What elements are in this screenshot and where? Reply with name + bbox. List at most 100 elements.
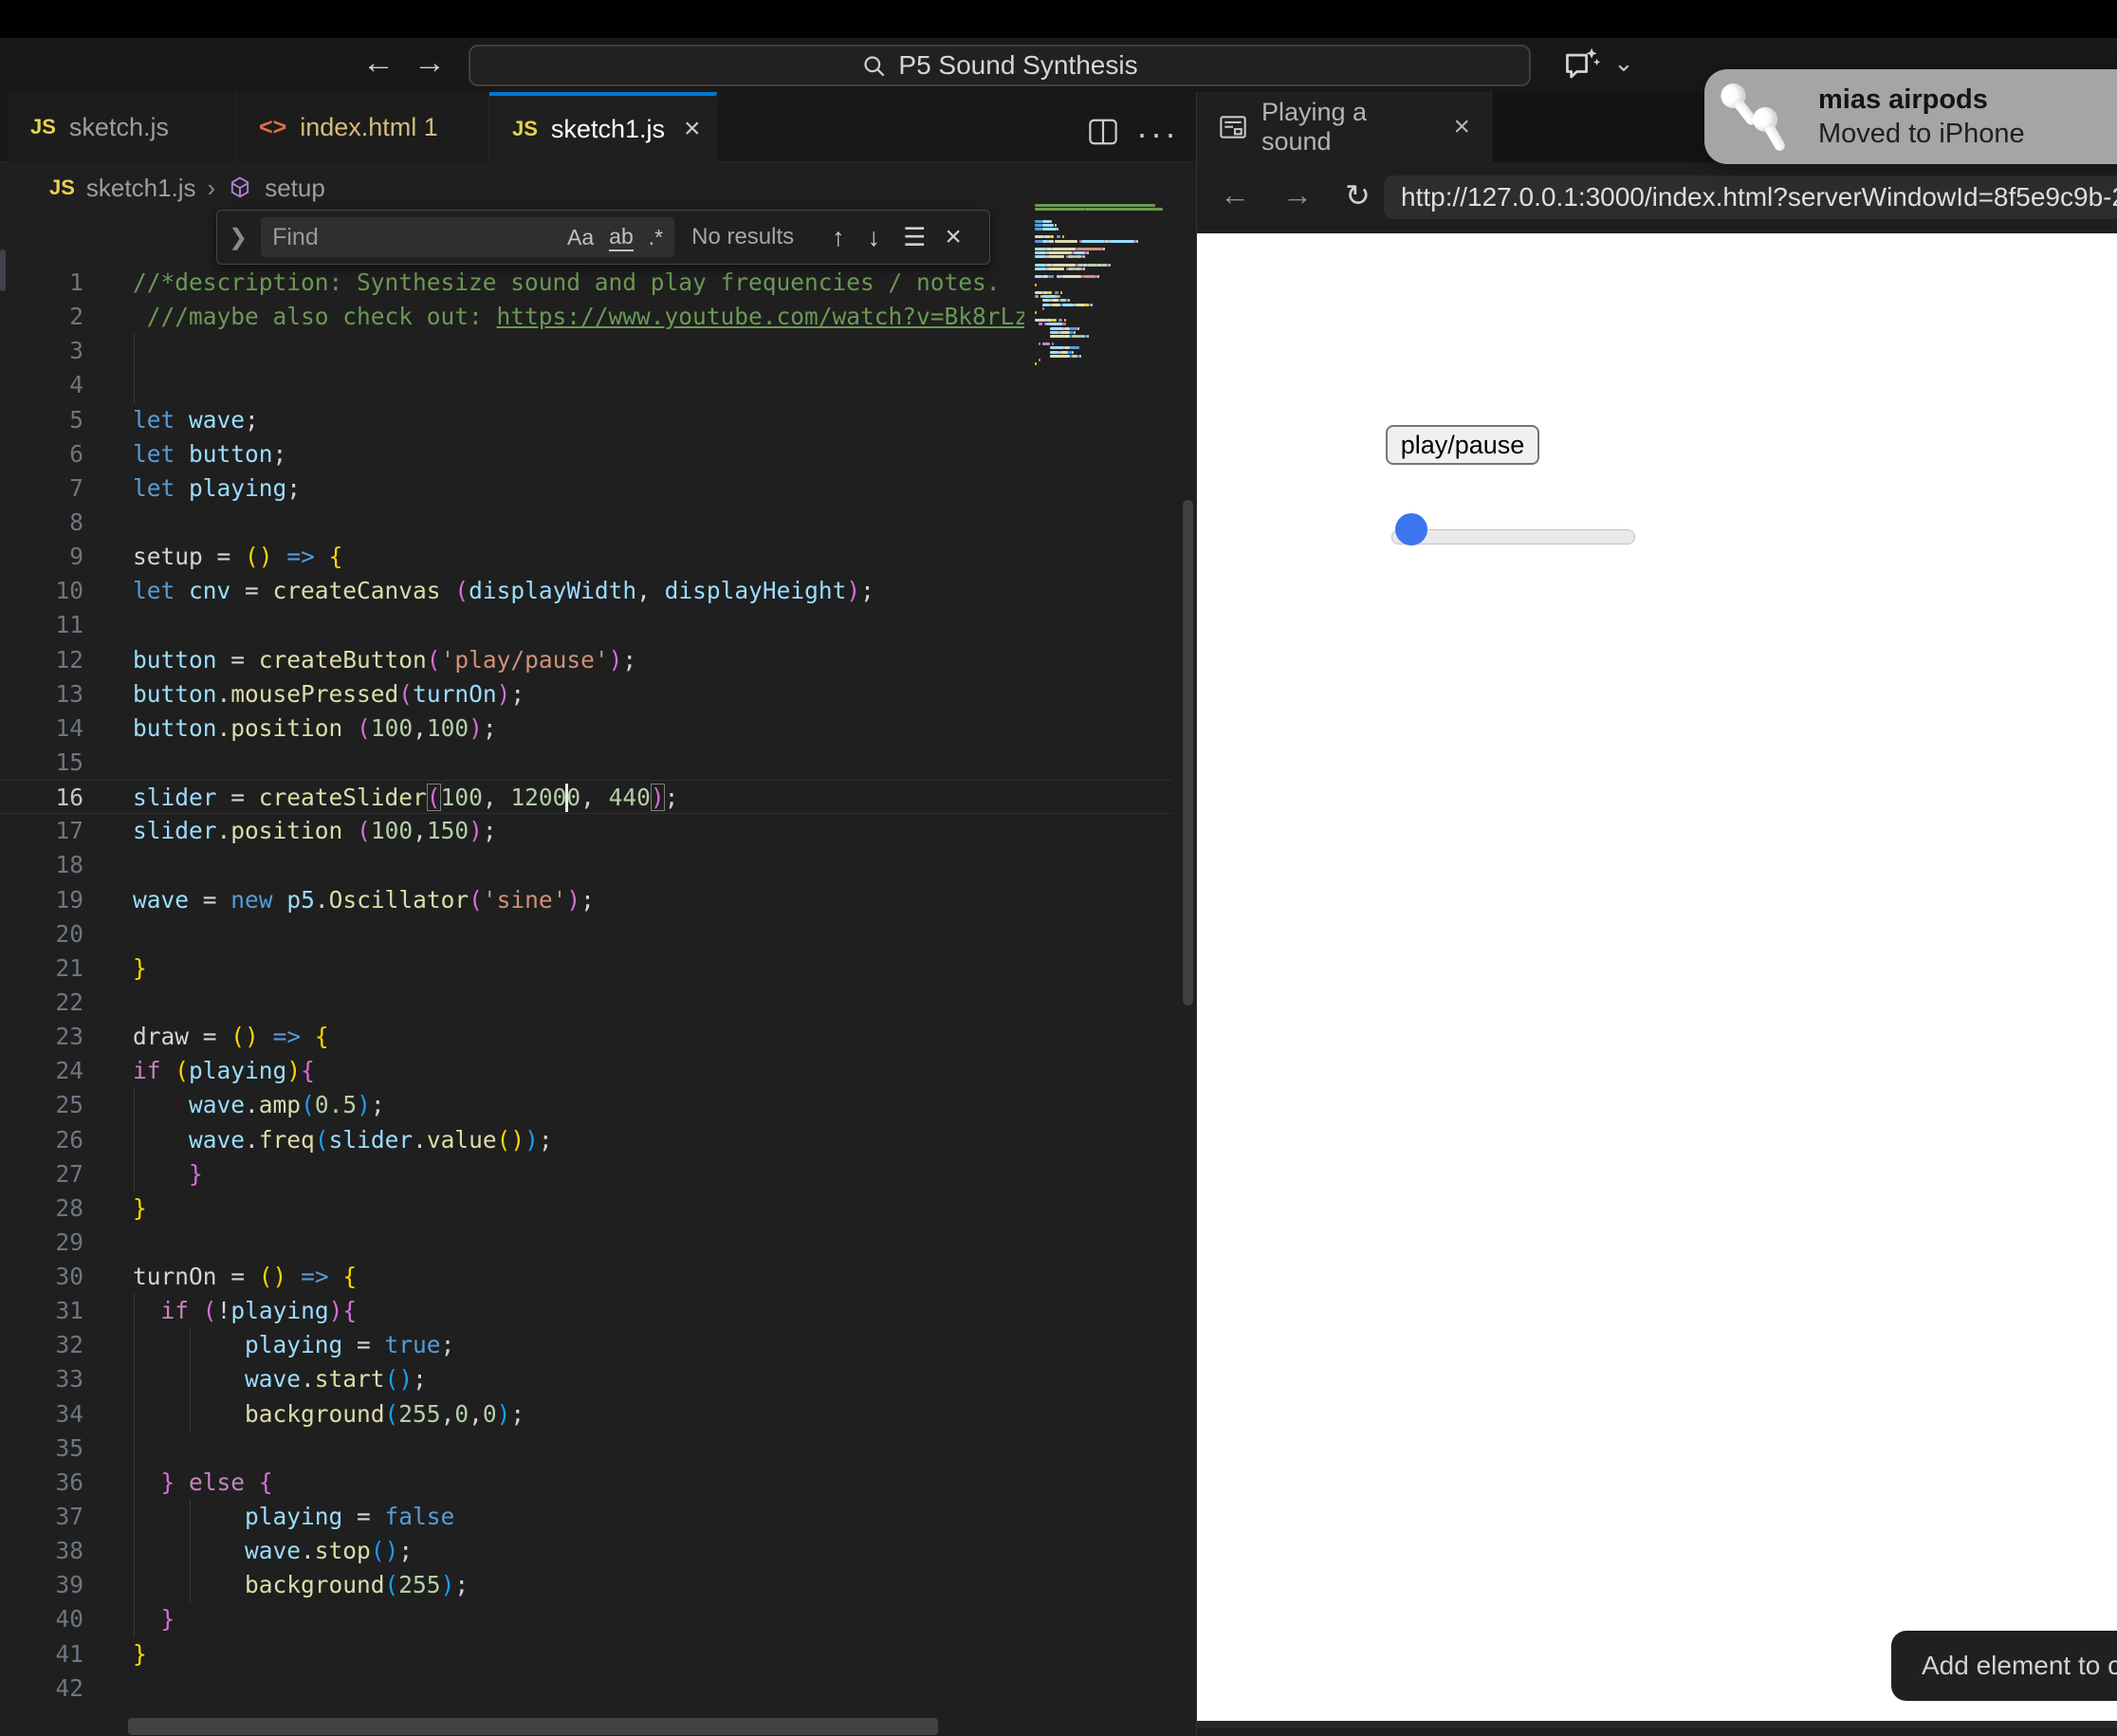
line-number: 18	[0, 848, 83, 882]
code-line[interactable]: 9setup = () => {	[0, 540, 1172, 574]
play-pause-button[interactable]: play/pause	[1386, 425, 1539, 465]
close-icon[interactable]: ×	[1453, 111, 1470, 143]
minimap-line	[1035, 204, 1155, 207]
minimap-line	[1064, 323, 1066, 325]
more-actions-icon[interactable]: ···	[1136, 114, 1179, 154]
add-element-to-chat-button[interactable]: Add element to chat	[1891, 1631, 2117, 1701]
minimap-line	[1050, 346, 1063, 349]
reload-icon[interactable]: ↻	[1345, 177, 1371, 213]
copilot-chat-button[interactable]: ⌄	[1560, 46, 1634, 87]
code-line[interactable]: 36 } else {	[0, 1466, 1172, 1500]
code-line[interactable]: 39 background(255);	[0, 1568, 1172, 1602]
code-line[interactable]: 37 playing = false	[0, 1500, 1172, 1534]
history-back-icon[interactable]: ←	[362, 44, 395, 82]
code-line[interactable]: 27 }	[0, 1157, 1172, 1191]
code-line[interactable]: 10let cnv = createCanvas (displayWidth, …	[0, 574, 1172, 608]
browser-forward-icon[interactable]: →	[1282, 177, 1313, 212]
line-number: 2	[0, 300, 83, 334]
minimap-line	[1081, 240, 1105, 243]
tab-sketch-js[interactable]: JS sketch.js	[8, 92, 236, 162]
code-line[interactable]: 19wave = new p5.Oscillator('sine');	[0, 883, 1172, 917]
code-line[interactable]: 33 wave.start();	[0, 1362, 1172, 1396]
code-line[interactable]: 31 if (!playing){	[0, 1294, 1172, 1328]
code-line[interactable]: 7let playing;	[0, 471, 1172, 506]
code-line[interactable]: 16slider = createSlider(100, 12000, 440)…	[0, 780, 1172, 814]
minimap-line	[1039, 342, 1040, 345]
code-line[interactable]: 24if (playing){	[0, 1054, 1172, 1088]
code-line[interactable]: 2 ///maybe also check out: https://www.y…	[0, 300, 1172, 334]
minimap-line	[1055, 240, 1078, 243]
code-line[interactable]: 25 wave.amp(0.5);	[0, 1088, 1172, 1122]
breadcrumb-symbol[interactable]: setup	[265, 174, 325, 203]
find-input[interactable]: Find Aa ab .*	[261, 217, 674, 257]
next-match-icon[interactable]: ↓	[868, 223, 881, 252]
code-line[interactable]: 13button.mousePressed(turnOn);	[0, 677, 1172, 711]
tab-label: Playing a sound	[1261, 98, 1440, 157]
url-input[interactable]: http://127.0.0.1:3000/index.html?serverW…	[1384, 175, 2117, 219]
code-line[interactable]: 17slider.position (100,150);	[0, 814, 1172, 848]
history-forward-icon[interactable]: →	[414, 44, 446, 82]
minimap[interactable]	[1033, 204, 1169, 394]
code-line[interactable]: 41}	[0, 1637, 1172, 1671]
code-line[interactable]: 12button = createButton('play/pause');	[0, 643, 1172, 677]
close-icon[interactable]: ×	[945, 221, 962, 253]
code-line[interactable]: 38 wave.stop();	[0, 1534, 1172, 1568]
code-editor[interactable]: 1//*description: Synthesize sound and pl…	[0, 266, 1172, 1731]
tab-index-html[interactable]: <> index.html 1	[236, 92, 489, 162]
minimap-line	[1042, 220, 1050, 223]
previous-match-icon[interactable]: ↑	[832, 223, 845, 252]
minimap-line	[1058, 295, 1060, 298]
code-line[interactable]: 18	[0, 848, 1172, 882]
code-line[interactable]: 28}	[0, 1191, 1172, 1226]
command-center-search[interactable]: P5 Sound Synthesis	[469, 45, 1531, 86]
code-line[interactable]: 32 playing = true;	[0, 1328, 1172, 1362]
match-case-icon[interactable]: Aa	[567, 225, 594, 250]
code-line[interactable]: 1//*description: Synthesize sound and pl…	[0, 266, 1172, 300]
code-line[interactable]: 35	[0, 1431, 1172, 1466]
code-line[interactable]: 8	[0, 506, 1172, 540]
close-icon[interactable]: ×	[684, 113, 701, 145]
minimap-line	[1057, 235, 1060, 238]
code-line[interactable]: 3	[0, 334, 1172, 368]
chevron-down-icon: ⌄	[1613, 48, 1634, 78]
split-editor-icon[interactable]	[1087, 118, 1119, 146]
find-in-selection-icon[interactable]: ☰	[903, 223, 926, 252]
regex-icon[interactable]: .*	[649, 225, 663, 250]
breadcrumb[interactable]: JS sketch1.js › setup	[0, 162, 1196, 213]
code-line[interactable]: 30turnOn = () => {	[0, 1260, 1172, 1294]
code-line[interactable]: 42	[0, 1671, 1172, 1706]
vertical-scrollbar[interactable]	[1183, 500, 1193, 1006]
code-line[interactable]: 5let wave;	[0, 403, 1172, 437]
tab-sketch1-js-active[interactable]: JS sketch1.js ×	[489, 92, 717, 162]
code-line[interactable]: 40 }	[0, 1602, 1172, 1636]
code-line[interactable]: 14button.position (100,100);	[0, 711, 1172, 746]
horizontal-scrollbar[interactable]	[128, 1718, 938, 1735]
code-line[interactable]: 11	[0, 608, 1172, 642]
tab-playing-a-sound[interactable]: Playing a sound ×	[1197, 92, 1492, 162]
code-line[interactable]: 4	[0, 368, 1172, 402]
code-line[interactable]: 20	[0, 917, 1172, 951]
code-line[interactable]: 23draw = () => {	[0, 1020, 1172, 1054]
chat-sparkle-icon	[1560, 46, 1604, 87]
toggle-replace-icon[interactable]: ❯	[229, 224, 248, 251]
airpods-notification[interactable]: mias airpods Moved to iPhone	[1704, 69, 2117, 164]
code-line[interactable]: 21}	[0, 951, 1172, 986]
line-number: 24	[0, 1054, 83, 1088]
whole-word-icon[interactable]: ab	[609, 224, 634, 251]
code-line[interactable]: 6let button;	[0, 437, 1172, 471]
code-text: background(255,0,0);	[133, 1397, 525, 1431]
code-line[interactable]: 34 background(255,0,0);	[0, 1397, 1172, 1431]
frequency-slider[interactable]	[1391, 529, 1635, 545]
code-text: let cnv = createCanvas (displayWidth, di…	[133, 574, 874, 608]
browser-nav-bar: ← → ↻ http://127.0.0.1:3000/index.html?s…	[1197, 162, 2117, 233]
minimap-line	[1035, 291, 1042, 294]
slider-thumb[interactable]	[1395, 513, 1427, 545]
code-line[interactable]: 26 wave.freq(slider.value());	[0, 1123, 1172, 1157]
line-number: 3	[0, 334, 83, 368]
browser-back-icon[interactable]: ←	[1220, 177, 1250, 212]
code-line[interactable]: 22	[0, 986, 1172, 1020]
code-line[interactable]: 15	[0, 746, 1172, 780]
breadcrumb-file[interactable]: sketch1.js	[86, 174, 196, 203]
code-text: if (!playing){	[133, 1294, 357, 1328]
code-line[interactable]: 29	[0, 1226, 1172, 1260]
